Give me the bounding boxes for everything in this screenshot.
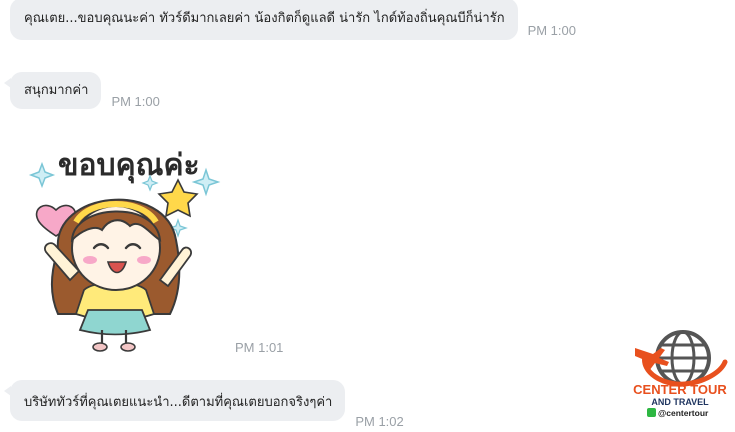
message-time: PM 1:00 bbox=[111, 94, 160, 109]
message-time: PM 1:00 bbox=[527, 23, 576, 38]
sparkle-icon bbox=[28, 161, 56, 189]
message-bubble[interactable]: สนุกมากค่า bbox=[3, 72, 102, 109]
globe-icon bbox=[655, 330, 711, 386]
company-name: CENTER TOUR bbox=[633, 382, 727, 397]
company-watermark: CENTER TOUR AND TRAVEL @centertour bbox=[627, 328, 733, 424]
star-icon bbox=[157, 178, 199, 218]
message-bubble[interactable]: คุณเตย...ขอบคุณนะค่า ทัวร์ดีมากเลยค่า น้… bbox=[10, 0, 518, 40]
message-bubble[interactable]: บริษัททัวร์ที่คุณเตยแนะนำ...ดีตามที่คุณเ… bbox=[3, 380, 346, 421]
message-row: สนุกมากค่า PM 1:00 bbox=[3, 72, 160, 109]
sticker-message[interactable]: ขอบคุณค่ะ bbox=[18, 140, 278, 360]
message-time: PM 1:02 bbox=[355, 414, 404, 429]
company-subtitle: AND TRAVEL bbox=[651, 397, 709, 407]
message-row: บริษัททัวร์ที่คุณเตยแนะนำ...ดีตามที่คุณเ… bbox=[3, 380, 404, 429]
line-app-icon bbox=[647, 408, 656, 417]
message-time: PM 1:01 bbox=[235, 340, 284, 355]
sticker-caption: ขอบคุณค่ะ bbox=[58, 148, 200, 184]
line-handle: @centertour bbox=[658, 408, 709, 418]
sticker-girl-thank-you: ขอบคุณค่ะ bbox=[28, 148, 221, 352]
message-row: คุณเตย...ขอบคุณนะค่า ทัวร์ดีมากเลยค่า น้… bbox=[10, 0, 576, 40]
